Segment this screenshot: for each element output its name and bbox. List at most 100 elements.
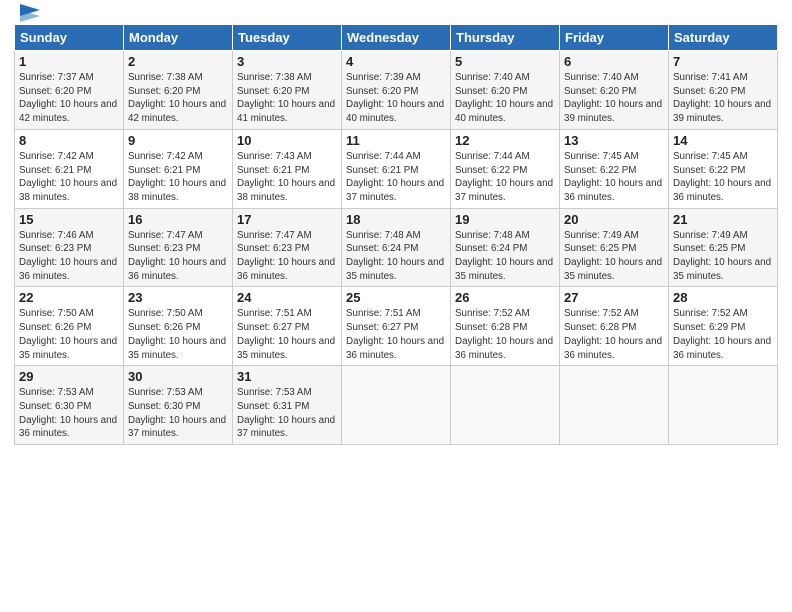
day-info: Sunrise: 7:52 AM Sunset: 6:28 PM Dayligh…	[564, 307, 664, 362]
day-number: 17	[237, 212, 337, 227]
day-info: Sunrise: 7:37 AM Sunset: 6:20 PM Dayligh…	[19, 71, 119, 126]
day-number: 26	[455, 290, 555, 305]
day-number: 18	[346, 212, 446, 227]
calendar-cell: 17 Sunrise: 7:47 AM Sunset: 6:23 PM Dayli…	[233, 208, 342, 287]
day-of-week-header: Saturday	[669, 25, 778, 51]
calendar-cell: 26 Sunrise: 7:52 AM Sunset: 6:28 PM Dayli…	[451, 287, 560, 366]
day-info: Sunrise: 7:45 AM Sunset: 6:22 PM Dayligh…	[673, 150, 773, 205]
day-number: 10	[237, 133, 337, 148]
day-number: 30	[128, 369, 228, 384]
calendar-cell: 15 Sunrise: 7:46 AM Sunset: 6:23 PM Dayli…	[15, 208, 124, 287]
day-info: Sunrise: 7:38 AM Sunset: 6:20 PM Dayligh…	[128, 71, 228, 126]
day-info: Sunrise: 7:39 AM Sunset: 6:20 PM Dayligh…	[346, 71, 446, 126]
day-info: Sunrise: 7:44 AM Sunset: 6:22 PM Dayligh…	[455, 150, 555, 205]
day-number: 9	[128, 133, 228, 148]
day-info: Sunrise: 7:42 AM Sunset: 6:21 PM Dayligh…	[128, 150, 228, 205]
calendar-cell: 7 Sunrise: 7:41 AM Sunset: 6:20 PM Daylig…	[669, 51, 778, 130]
calendar-week-row: 22 Sunrise: 7:50 AM Sunset: 6:26 PM Dayli…	[15, 287, 778, 366]
day-number: 3	[237, 54, 337, 69]
calendar-cell: 9 Sunrise: 7:42 AM Sunset: 6:21 PM Daylig…	[124, 129, 233, 208]
day-number: 20	[564, 212, 664, 227]
calendar-cell	[560, 366, 669, 445]
day-info: Sunrise: 7:41 AM Sunset: 6:20 PM Dayligh…	[673, 71, 773, 126]
calendar-week-row: 29Sunrise: 7:53 AM Sunset: 6:30 PM Dayli…	[15, 366, 778, 445]
day-info: Sunrise: 7:48 AM Sunset: 6:24 PM Dayligh…	[346, 229, 446, 284]
calendar-cell: 27 Sunrise: 7:52 AM Sunset: 6:28 PM Dayli…	[560, 287, 669, 366]
calendar-cell: 19 Sunrise: 7:48 AM Sunset: 6:24 PM Dayli…	[451, 208, 560, 287]
day-number: 11	[346, 133, 446, 148]
day-number: 7	[673, 54, 773, 69]
day-number: 19	[455, 212, 555, 227]
calendar-cell: 25Sunrise: 7:51 AM Sunset: 6:27 PM Dayli…	[342, 287, 451, 366]
day-number: 2	[128, 54, 228, 69]
day-info: Sunrise: 7:52 AM Sunset: 6:28 PM Dayligh…	[455, 307, 555, 362]
calendar-cell: 5Sunrise: 7:40 AM Sunset: 6:20 PM Daylig…	[451, 51, 560, 130]
day-info: Sunrise: 7:38 AM Sunset: 6:20 PM Dayligh…	[237, 71, 337, 126]
day-number: 16	[128, 212, 228, 227]
day-of-week-header: Tuesday	[233, 25, 342, 51]
logo-line	[14, 10, 40, 22]
calendar-cell: 16 Sunrise: 7:47 AM Sunset: 6:23 PM Dayli…	[124, 208, 233, 287]
calendar-week-row: 8Sunrise: 7:42 AM Sunset: 6:21 PM Daylig…	[15, 129, 778, 208]
day-info: Sunrise: 7:49 AM Sunset: 6:25 PM Dayligh…	[673, 229, 773, 284]
calendar-cell: 31 Sunrise: 7:53 AM Sunset: 6:31 PM Dayli…	[233, 366, 342, 445]
day-number: 23	[128, 290, 228, 305]
day-number: 15	[19, 212, 119, 227]
day-info: Sunrise: 7:46 AM Sunset: 6:23 PM Dayligh…	[19, 229, 119, 284]
calendar-cell: 20 Sunrise: 7:49 AM Sunset: 6:25 PM Dayli…	[560, 208, 669, 287]
calendar-cell: 23 Sunrise: 7:50 AM Sunset: 6:26 PM Dayli…	[124, 287, 233, 366]
day-of-week-header: Sunday	[15, 25, 124, 51]
day-number: 12	[455, 133, 555, 148]
calendar-cell: 8Sunrise: 7:42 AM Sunset: 6:21 PM Daylig…	[15, 129, 124, 208]
day-number: 22	[19, 290, 119, 305]
day-number: 5	[455, 54, 555, 69]
calendar-cell: 29Sunrise: 7:53 AM Sunset: 6:30 PM Dayli…	[15, 366, 124, 445]
calendar-cell: 12 Sunrise: 7:44 AM Sunset: 6:22 PM Dayli…	[451, 129, 560, 208]
calendar-cell: 4 Sunrise: 7:39 AM Sunset: 6:20 PM Daylig…	[342, 51, 451, 130]
day-info: Sunrise: 7:52 AM Sunset: 6:29 PM Dayligh…	[673, 307, 773, 362]
day-number: 28	[673, 290, 773, 305]
calendar-cell: 3 Sunrise: 7:38 AM Sunset: 6:20 PM Daylig…	[233, 51, 342, 130]
day-number: 31	[237, 369, 337, 384]
day-info: Sunrise: 7:42 AM Sunset: 6:21 PM Dayligh…	[19, 150, 119, 205]
calendar-cell: 24 Sunrise: 7:51 AM Sunset: 6:27 PM Dayli…	[233, 287, 342, 366]
day-info: Sunrise: 7:43 AM Sunset: 6:21 PM Dayligh…	[237, 150, 337, 205]
calendar-cell: 2 Sunrise: 7:38 AM Sunset: 6:20 PM Daylig…	[124, 51, 233, 130]
logo	[14, 10, 40, 16]
logo-flag-icon	[16, 4, 40, 22]
day-info: Sunrise: 7:50 AM Sunset: 6:26 PM Dayligh…	[19, 307, 119, 362]
day-number: 24	[237, 290, 337, 305]
day-number: 27	[564, 290, 664, 305]
day-number: 29	[19, 369, 119, 384]
calendar-cell	[342, 366, 451, 445]
calendar-header-row: SundayMondayTuesdayWednesdayThursdayFrid…	[15, 25, 778, 51]
day-info: Sunrise: 7:49 AM Sunset: 6:25 PM Dayligh…	[564, 229, 664, 284]
day-number: 14	[673, 133, 773, 148]
day-number: 1	[19, 54, 119, 69]
day-number: 13	[564, 133, 664, 148]
day-info: Sunrise: 7:53 AM Sunset: 6:31 PM Dayligh…	[237, 386, 337, 441]
calendar-cell: 6 Sunrise: 7:40 AM Sunset: 6:20 PM Daylig…	[560, 51, 669, 130]
calendar-cell: 14 Sunrise: 7:45 AM Sunset: 6:22 PM Dayli…	[669, 129, 778, 208]
day-number: 4	[346, 54, 446, 69]
calendar-cell: 21 Sunrise: 7:49 AM Sunset: 6:25 PM Dayli…	[669, 208, 778, 287]
page-container: SundayMondayTuesdayWednesdayThursdayFrid…	[0, 0, 792, 451]
day-info: Sunrise: 7:47 AM Sunset: 6:23 PM Dayligh…	[237, 229, 337, 284]
calendar-week-row: 15 Sunrise: 7:46 AM Sunset: 6:23 PM Dayli…	[15, 208, 778, 287]
calendar-cell: 18 Sunrise: 7:48 AM Sunset: 6:24 PM Dayli…	[342, 208, 451, 287]
calendar-cell: 13 Sunrise: 7:45 AM Sunset: 6:22 PM Dayli…	[560, 129, 669, 208]
day-of-week-header: Friday	[560, 25, 669, 51]
calendar-cell	[669, 366, 778, 445]
day-number: 21	[673, 212, 773, 227]
day-info: Sunrise: 7:45 AM Sunset: 6:22 PM Dayligh…	[564, 150, 664, 205]
day-info: Sunrise: 7:47 AM Sunset: 6:23 PM Dayligh…	[128, 229, 228, 284]
calendar-table: SundayMondayTuesdayWednesdayThursdayFrid…	[14, 24, 778, 445]
day-info: Sunrise: 7:48 AM Sunset: 6:24 PM Dayligh…	[455, 229, 555, 284]
day-info: Sunrise: 7:50 AM Sunset: 6:26 PM Dayligh…	[128, 307, 228, 362]
calendar-cell: 28 Sunrise: 7:52 AM Sunset: 6:29 PM Dayli…	[669, 287, 778, 366]
day-info: Sunrise: 7:51 AM Sunset: 6:27 PM Dayligh…	[237, 307, 337, 362]
day-info: Sunrise: 7:40 AM Sunset: 6:20 PM Dayligh…	[564, 71, 664, 126]
header	[14, 10, 778, 16]
day-of-week-header: Wednesday	[342, 25, 451, 51]
day-number: 6	[564, 54, 664, 69]
